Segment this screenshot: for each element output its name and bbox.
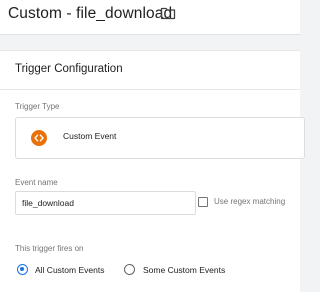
trigger-configuration-card: Trigger Configuration Trigger Type Custo… bbox=[0, 50, 305, 292]
regex-matching-label[interactable]: Use regex matching bbox=[214, 197, 285, 206]
trigger-type-label: Trigger Type bbox=[15, 102, 60, 111]
all-custom-events-label[interactable]: All Custom Events bbox=[35, 265, 104, 275]
custom-event-icon bbox=[31, 130, 47, 146]
event-name-input[interactable] bbox=[15, 191, 196, 215]
card-divider bbox=[0, 89, 300, 90]
trigger-type-selector[interactable]: Custom Event bbox=[15, 117, 305, 159]
trigger-type-name: Custom Event bbox=[63, 131, 117, 141]
event-name-label: Event name bbox=[15, 178, 58, 187]
all-custom-events-radio[interactable] bbox=[17, 264, 28, 275]
fires-on-label: This trigger fires on bbox=[15, 244, 84, 253]
regex-matching-checkbox[interactable] bbox=[198, 197, 208, 207]
folder-icon[interactable] bbox=[160, 5, 176, 21]
some-custom-events-label[interactable]: Some Custom Events bbox=[143, 265, 225, 275]
header-bar: Custom - file_download bbox=[0, 0, 300, 35]
card-title: Trigger Configuration bbox=[15, 63, 123, 75]
page-title[interactable]: Custom - file_download bbox=[8, 5, 172, 23]
some-custom-events-radio[interactable] bbox=[124, 264, 135, 275]
